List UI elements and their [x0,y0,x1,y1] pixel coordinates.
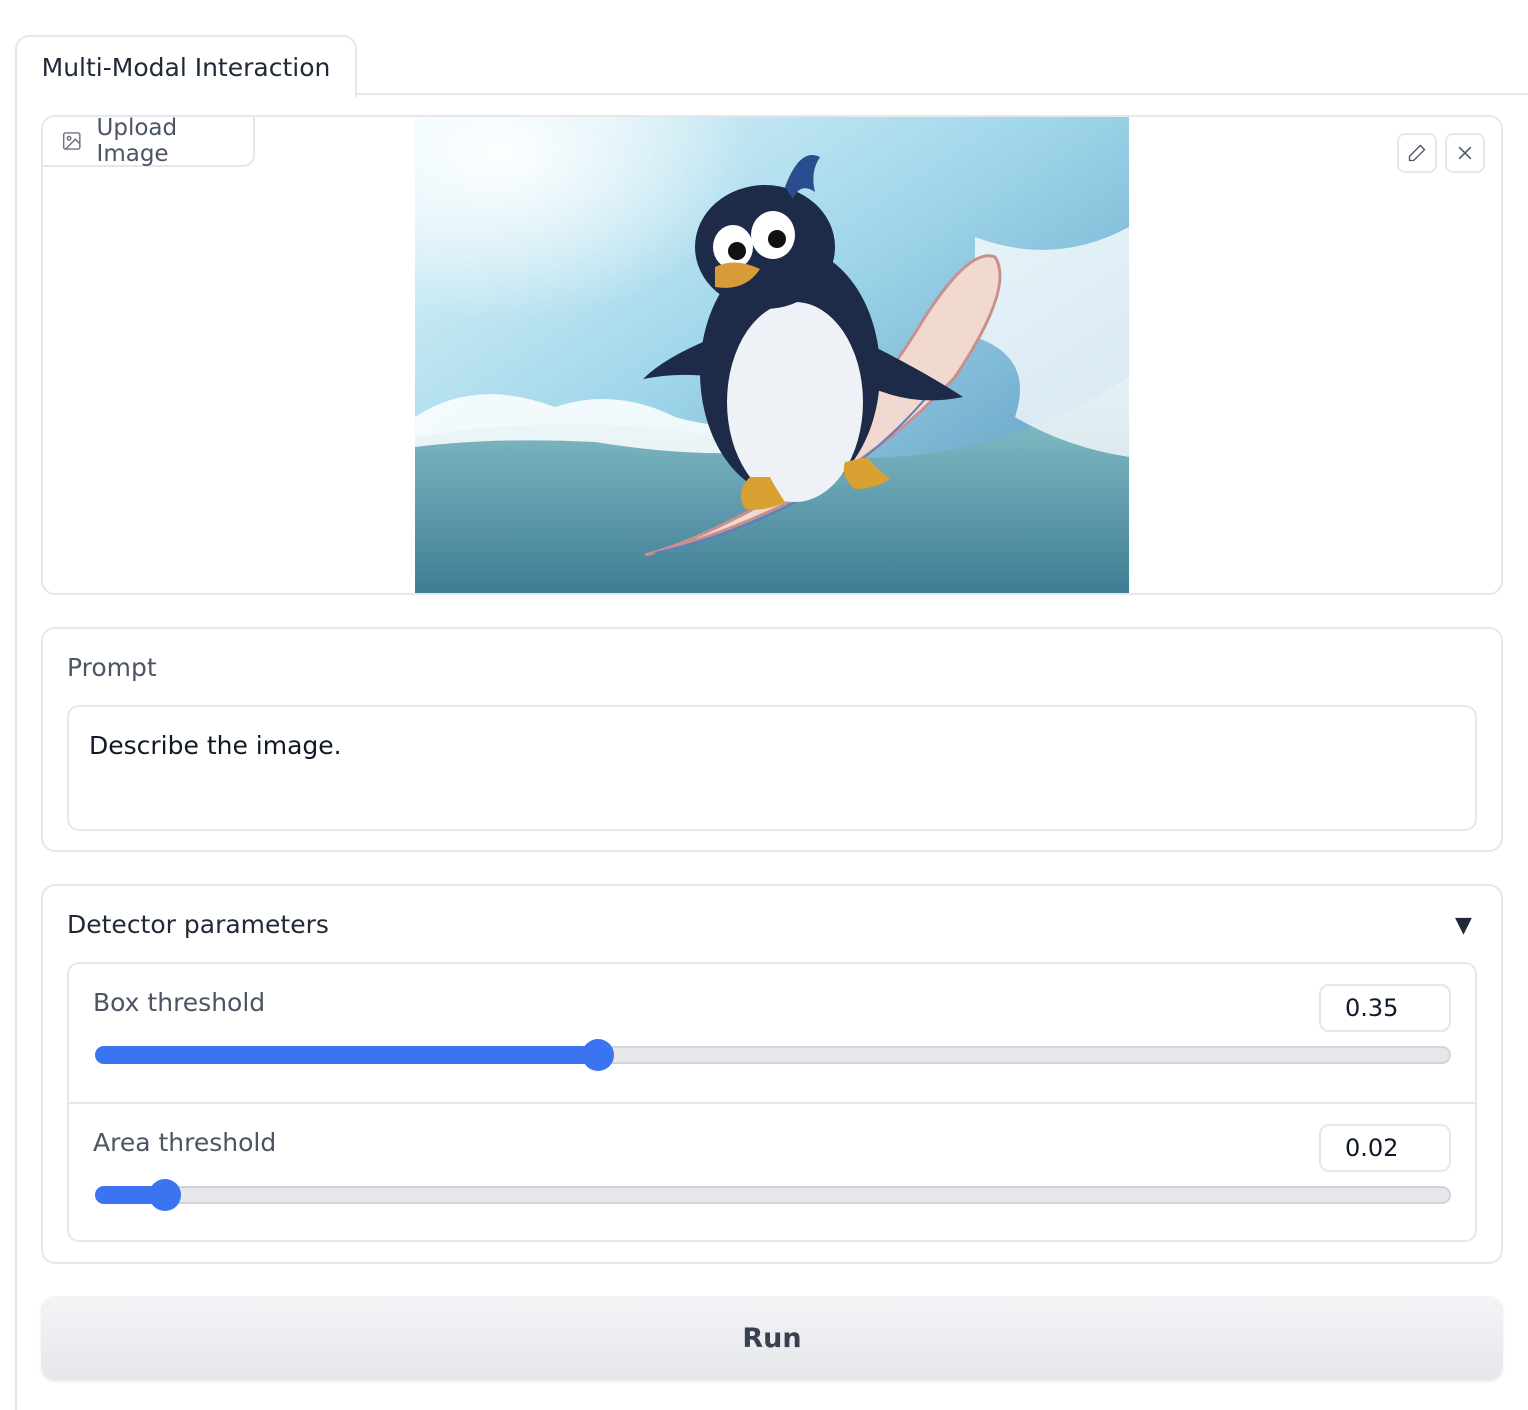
area-threshold-handle[interactable] [149,1179,182,1211]
prompt-input[interactable]: Describe the image. [67,705,1477,831]
detector-parameters-accordion: Detector parameters ▼ Box threshold 0.35… [41,884,1503,1264]
box-threshold-fill [95,1046,598,1064]
box-threshold-label: Box threshold [93,988,266,1017]
tab-label: Multi-Modal Interaction [41,52,331,82]
clear-image-button[interactable] [1445,133,1485,173]
image-input[interactable]: Upload Image [41,115,1503,595]
triangle-down-icon[interactable]: ▼ [1455,915,1475,937]
area-threshold-input[interactable]: 0.02 [1319,1124,1451,1172]
prompt-block: Prompt Describe the image. [41,627,1503,852]
pencil-icon [1408,144,1426,162]
box-threshold-slider[interactable] [95,1039,1451,1071]
penguin-surfing-image [415,117,1129,593]
tab-multi-modal-interaction[interactable]: Multi-Modal Interaction [15,35,357,97]
upload-image-text: Upload Image [96,115,178,167]
sliders-group: Box threshold 0.35 Area threshold 0.02 [67,962,1477,1242]
box-threshold-row: Box threshold 0.35 [69,964,1475,1102]
run-button[interactable]: Run [41,1296,1503,1380]
area-threshold-row: Area threshold 0.02 [69,1102,1475,1240]
close-icon [1458,146,1472,160]
tab-divider [355,93,1528,95]
upload-image-label: Upload Image [43,115,255,167]
panel-border [15,95,17,1410]
box-threshold-handle[interactable] [581,1039,614,1071]
edit-image-button[interactable] [1397,133,1437,173]
uploaded-image [415,117,1129,593]
image-icon [62,132,81,150]
box-threshold-input[interactable]: 0.35 [1319,984,1451,1032]
detector-parameters-title[interactable]: Detector parameters [67,910,329,939]
area-threshold-label: Area threshold [93,1128,277,1157]
prompt-label: Prompt [67,653,157,682]
area-threshold-slider[interactable] [95,1179,1451,1211]
